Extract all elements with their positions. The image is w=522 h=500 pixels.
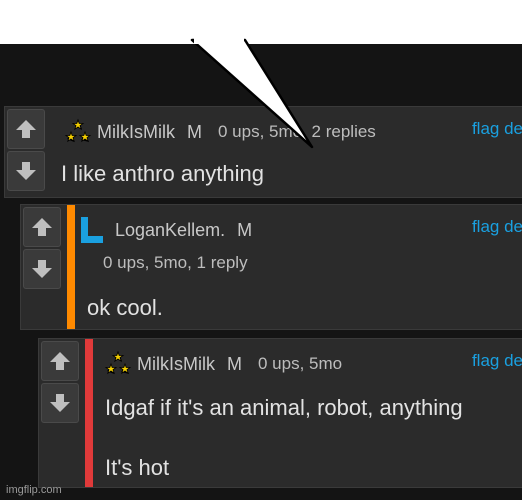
comment-meta: MilkIsMilk M 0 ups, 5mo, 2 replies [61,117,376,147]
comment-body-line: Idgaf if it's an animal, robot, anything [105,395,463,420]
flag-link[interactable]: flag de [472,351,522,371]
letter-l-icon [81,217,103,243]
speech-bubble-area [0,0,522,44]
comment-body: I like anthro anything [61,161,265,186]
comment-stats: 0 ups, 5mo, 1 reply [103,253,248,272]
comment-body-line: It's hot [105,455,170,480]
username-link[interactable]: MilkIsMilk [137,354,215,375]
downvote-button[interactable] [23,249,61,289]
flag-link[interactable]: flag de [472,119,522,139]
arrow-up-icon [16,120,36,138]
vote-controls [41,341,81,423]
stars-icon [64,118,92,143]
comment-reply: MilkIsMilk M 0 ups, 5mo flag de Idgaf if… [38,338,522,488]
vote-controls [23,207,63,289]
comment-meta: LoganKellem. M [77,215,268,245]
vote-controls [7,109,47,191]
upvote-button[interactable] [7,109,45,149]
username-link[interactable]: MilkIsMilk [97,122,175,143]
flag-link[interactable]: flag de [472,217,522,237]
gender-badge: M [227,353,242,374]
arrow-up-icon [32,218,52,236]
comment-meta: MilkIsMilk M 0 ups, 5mo [101,349,342,379]
gender-badge: M [237,219,253,240]
upvote-button[interactable] [41,341,79,381]
reply-accent-bar [67,205,75,329]
comment-body: ok cool. [87,295,163,320]
comment-stats: 0 ups, 5mo, 2 replies [218,122,376,141]
arrow-down-icon [16,162,36,180]
stars-icon [104,350,132,375]
arrow-down-icon [32,260,52,278]
comment: MilkIsMilk M 0 ups, 5mo, 2 replies flag … [4,106,522,198]
comment-stats: 0 ups, 5mo [258,354,343,373]
gender-badge: M [187,121,202,142]
arrow-up-icon [50,352,70,370]
upvote-button[interactable] [23,207,61,247]
reply-accent-bar [85,339,93,487]
downvote-button[interactable] [41,383,79,423]
comment-reply: LoganKellem. M flag de 0 ups, 5mo, 1 rep… [20,204,522,330]
username-link[interactable]: LoganKellem. [115,220,225,241]
watermark: imgflip.com [6,484,62,496]
arrow-down-icon [50,394,70,412]
downvote-button[interactable] [7,151,45,191]
